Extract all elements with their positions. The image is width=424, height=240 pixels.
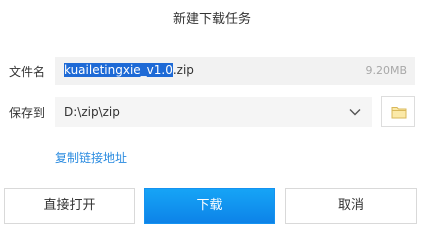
- download-button[interactable]: 下载: [144, 188, 275, 224]
- filename-selected-text: kuailetingxie_v1.0: [64, 63, 173, 77]
- filename-extension-text: .zip: [172, 63, 194, 77]
- dialog-title: 新建下载任务: [172, 12, 251, 27]
- filename-text[interactable]: kuailetingxie_v1.0.zip: [64, 63, 194, 77]
- filename-label: 文件名: [9, 65, 46, 79]
- new-download-dialog: 新建下载任务 文件名 kuailetingxie_v1.0.zip 9.20MB…: [0, 0, 424, 230]
- open-directly-button[interactable]: 直接打开: [4, 188, 135, 224]
- cancel-button[interactable]: 取消: [285, 188, 417, 224]
- save-path-value: D:\zip\zip: [64, 105, 120, 119]
- copy-link-address[interactable]: 复制链接地址: [55, 149, 127, 166]
- folder-icon: [391, 107, 407, 119]
- saveto-label: 保存到: [9, 106, 46, 120]
- file-size: 9.20MB: [365, 64, 407, 77]
- filename-field[interactable]: kuailetingxie_v1.0.zip 9.20MB: [55, 57, 415, 85]
- chevron-down-icon[interactable]: [348, 105, 362, 119]
- browse-folder-button[interactable]: [381, 96, 415, 127]
- save-path-dropdown[interactable]: D:\zip\zip: [55, 97, 372, 127]
